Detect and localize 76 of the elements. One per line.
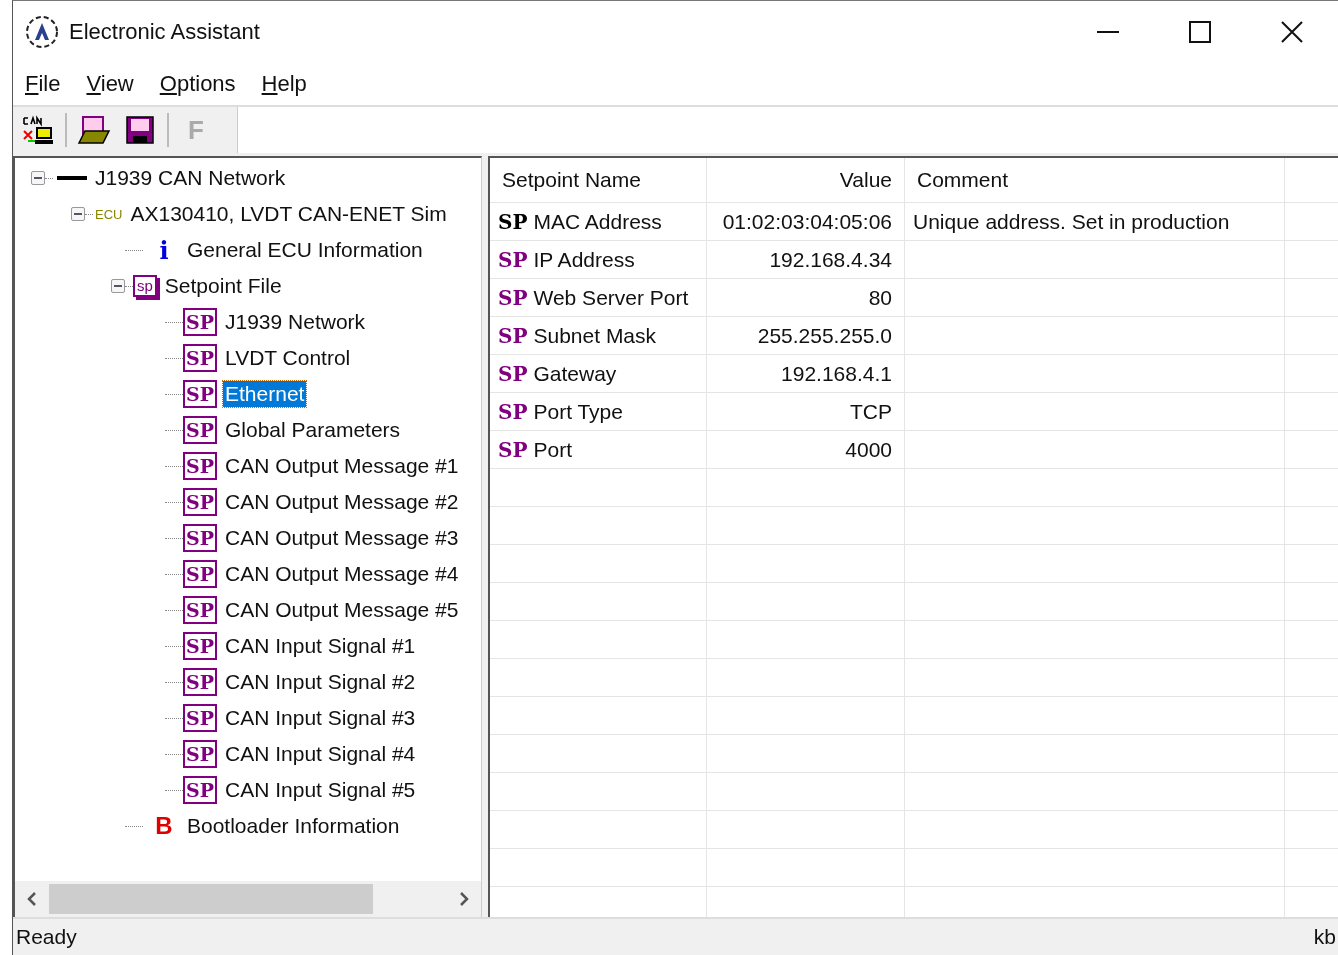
table-cell: Port [533, 437, 572, 462]
setpoint-mark: SP [498, 323, 528, 348]
tree-item[interactable]: General ECU Information [185, 237, 425, 263]
tree-item[interactable]: CAN Output Message #4 [223, 561, 461, 587]
setpoint-icon: SP [183, 740, 217, 768]
app-logo-icon [25, 15, 59, 49]
table-cell: IP Address [533, 247, 635, 272]
setpoint-mark: SP [498, 399, 528, 424]
setpoint-mark: SP [498, 285, 528, 310]
tree-item[interactable]: CAN Output Message #1 [223, 453, 461, 479]
table-cell: 255.255.255.0 [707, 317, 904, 354]
setpoint-icon: SP [183, 776, 217, 804]
setpoint-icon: SP [183, 344, 217, 372]
setpoint-file-icon: sp [133, 275, 157, 297]
status-text: kb [1313, 925, 1336, 949]
tree-item[interactable]: CAN Output Message #2 [223, 489, 461, 515]
setpoint-icon: SP [183, 704, 217, 732]
tree-item[interactable]: CAN Input Signal #5 [223, 777, 418, 803]
table-cell: MAC Address [533, 209, 662, 234]
setpoint-icon: SP [183, 596, 217, 624]
setpoint-icon: SP [183, 560, 217, 588]
column-header[interactable]: Value [707, 158, 904, 202]
tree-item[interactable]: LVDT Control [223, 345, 353, 371]
collapse-toggle[interactable] [71, 207, 85, 221]
menu-item[interactable]: Options [159, 71, 236, 97]
column-header[interactable]: Setpoint Name [490, 158, 706, 202]
setpoint-icon: SP [183, 380, 217, 408]
table-cell: Gateway [533, 361, 617, 386]
table-cell: Unique address. Set in production [905, 203, 1284, 240]
table-cell: Web Server Port [533, 285, 689, 310]
setpoint-icon: SP [183, 488, 217, 516]
setpoint-icon: SP [183, 632, 217, 660]
tree-item[interactable]: J1939 Network [223, 309, 368, 335]
maximize-icon[interactable] [1189, 21, 1211, 43]
table-cell: 80 [707, 279, 904, 316]
menu-item[interactable]: View [86, 71, 134, 97]
table-cell: 01:02:03:04:05:06 [707, 203, 904, 240]
tree-item[interactable]: Ethernet [223, 381, 307, 407]
tree-item[interactable]: Bootloader Information [185, 813, 402, 839]
setpoint-icon: SP [183, 668, 217, 696]
table-cell: 192.168.4.1 [707, 355, 904, 392]
collapse-toggle[interactable] [111, 279, 125, 293]
tree-item[interactable]: Global Parameters [223, 417, 403, 443]
bootloader-icon: B [149, 812, 179, 840]
setpoint-icon: SP [183, 524, 217, 552]
tree-item[interactable]: AX130410, LVDT CAN-ENET Sim [128, 201, 449, 227]
tree-item[interactable]: CAN Input Signal #4 [223, 741, 418, 767]
window-title: Electronic Assistant [69, 19, 261, 45]
tree-item[interactable]: CAN Output Message #3 [223, 525, 461, 551]
close-icon[interactable] [1281, 21, 1303, 43]
table-cell: Subnet Mask [533, 323, 657, 348]
setpoint-icon: SP [183, 416, 217, 444]
setpoint-icon: SP [183, 452, 217, 480]
column-header[interactable]: Comment [905, 158, 1284, 202]
table-cell: Port Type [533, 399, 623, 424]
collapse-toggle[interactable] [31, 171, 45, 185]
tree-item[interactable]: CAN Input Signal #2 [223, 669, 418, 695]
tree-item[interactable]: Setpoint File [162, 273, 284, 299]
status-text: Ready [16, 925, 77, 949]
tree-item[interactable]: CAN Input Signal #3 [223, 705, 418, 731]
scrollbar-thumb[interactable] [49, 884, 373, 914]
tree-item[interactable]: J1939 CAN Network [93, 165, 288, 191]
tree-item[interactable]: CAN Output Message #5 [223, 597, 461, 623]
ecu-label: ECU [95, 206, 123, 222]
menu-item[interactable]: Help [261, 71, 307, 97]
info-icon: i [149, 235, 179, 265]
menu-item[interactable]: File [25, 71, 61, 97]
tree-item[interactable]: CAN Input Signal #1 [223, 633, 418, 659]
table-cell: 4000 [707, 431, 904, 468]
setpoint-mark: SP [498, 247, 528, 272]
table-cell: TCP [707, 393, 904, 430]
setpoint-mark: SP [498, 361, 528, 386]
table-cell: 192.168.4.34 [707, 241, 904, 278]
setpoint-icon: SP [183, 308, 217, 336]
setpoint-mark: SP [498, 209, 528, 234]
setpoint-mark: SP [498, 437, 528, 462]
